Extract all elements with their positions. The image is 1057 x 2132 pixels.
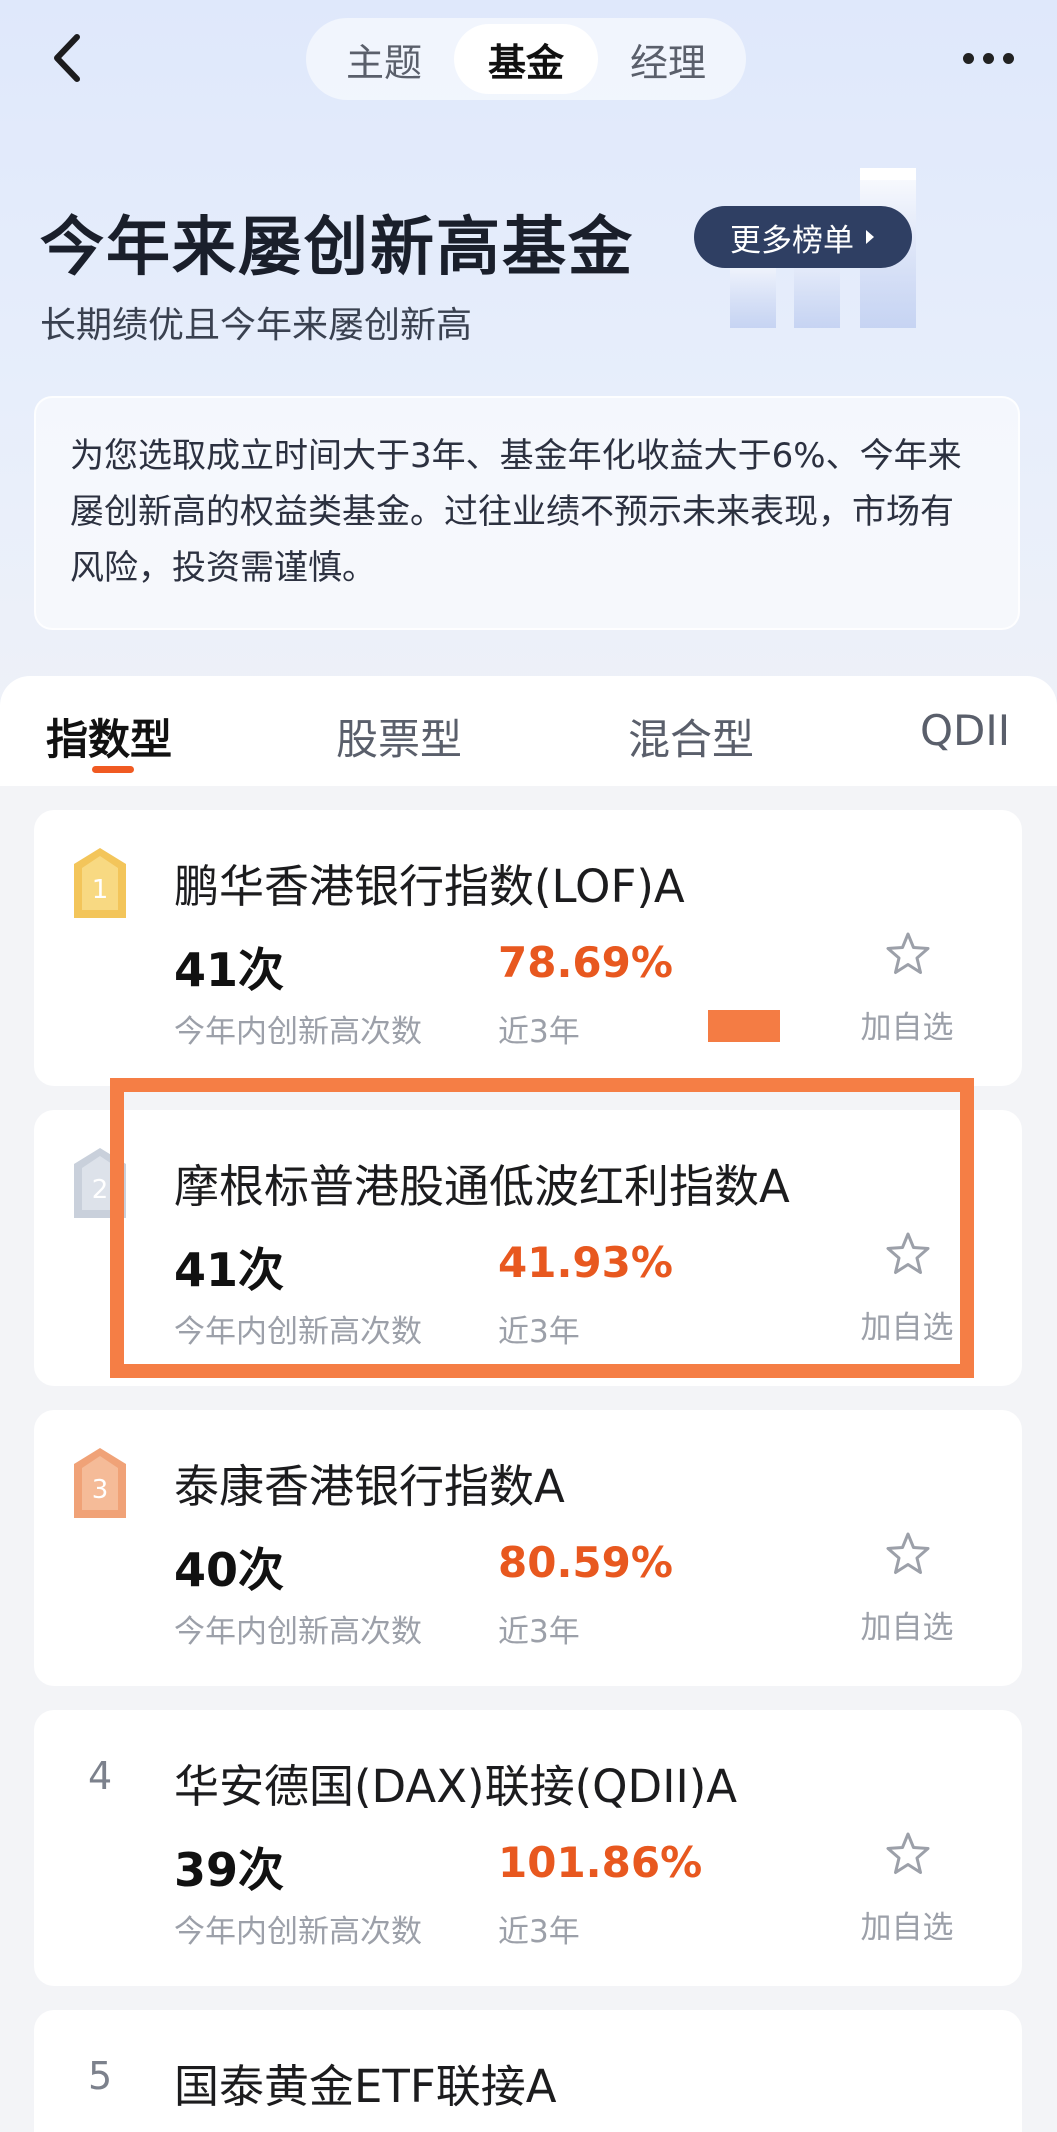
more-dots-icon — [982, 52, 994, 64]
three-year-return-label: 近3年 — [498, 1914, 580, 1950]
more-dots-icon — [962, 52, 974, 64]
star-outline-icon — [886, 1832, 930, 1874]
rank-number: 3 — [92, 1475, 109, 1505]
new-high-count-label: 今年内创新高次数 — [174, 1614, 422, 1650]
three-year-return: 101.86% — [498, 1838, 703, 1887]
chevron-left-icon — [54, 34, 80, 82]
description-box: 为您选取成立时间大于3年、基金年化收益大于6%、今年来屡创新高的权益类基金。过往… — [34, 396, 1020, 630]
page-subtitle: 长期绩优且今年来屡创新高 — [40, 305, 473, 346]
fund-card[interactable]: 4 华安德国(DAX)联接(QDII)A 39次 今年内创新高次数 101.86… — [34, 1710, 1022, 1986]
rank-number: 5 — [88, 2054, 113, 2098]
three-year-return: 80.59% — [498, 1538, 673, 1587]
description-text: 为您选取成立时间大于3年、基金年化收益大于6%、今年来屡创新高的权益类基金。过往… — [70, 436, 962, 588]
add-to-watchlist-label: 加自选 — [860, 1610, 954, 1646]
more-options-button[interactable] — [956, 36, 1020, 80]
fund-card[interactable]: 5 国泰黄金ETF联接A — [34, 2010, 1022, 2132]
fund-name: 鹏华香港银行指数(LOF)A — [174, 860, 685, 913]
star-outline-icon — [886, 932, 930, 974]
rank-number: 4 — [88, 1754, 113, 1798]
highlight-frame — [110, 1078, 974, 1378]
new-high-count-label: 今年内创新高次数 — [174, 1014, 422, 1050]
new-high-count: 40次 — [174, 1543, 285, 1597]
tab-qdii-fund[interactable]: QDII — [920, 706, 1010, 755]
three-year-return: 78.69% — [498, 938, 673, 987]
gold-rank-badge-icon: 1 — [74, 848, 126, 918]
star-outline-icon — [886, 1532, 930, 1574]
fund-card[interactable]: 1 鹏华香港银行指数(LOF)A 41次 今年内创新高次数 78.69% 近3年… — [34, 810, 1022, 1086]
top-segment-control: 主题 基金 经理 — [306, 18, 746, 100]
fund-name: 泰康香港银行指数A — [174, 1460, 565, 1513]
add-to-watchlist-button[interactable]: 加自选 — [852, 1530, 962, 1650]
new-high-count: 39次 — [174, 1843, 285, 1897]
add-to-watchlist-button[interactable]: 加自选 — [852, 1830, 962, 1950]
rank-number: 2 — [92, 1175, 109, 1205]
category-tabs: 指数型 股票型 混合型 QDII — [0, 676, 1057, 786]
back-button[interactable] — [44, 28, 88, 88]
add-to-watchlist-label: 加自选 — [860, 1910, 954, 1946]
new-high-count-label: 今年内创新高次数 — [174, 1914, 422, 1950]
three-year-return-label: 近3年 — [498, 1614, 580, 1650]
add-to-watchlist-button[interactable]: 加自选 — [852, 930, 962, 1050]
three-year-return-label: 近3年 — [498, 1014, 580, 1050]
bronze-rank-badge-icon: 3 — [74, 1448, 126, 1518]
page-title: 今年来屡创新高基金 — [40, 211, 634, 285]
fund-card[interactable]: 3 泰康香港银行指数A 40次 今年内创新高次数 80.59% 近3年 加自选 — [34, 1410, 1022, 1686]
active-tab-indicator — [92, 766, 134, 773]
tab-stock-fund[interactable]: 股票型 — [336, 706, 462, 767]
tab-manager[interactable]: 经理 — [596, 24, 740, 94]
more-dots-icon — [1002, 52, 1014, 64]
add-to-watchlist-label: 加自选 — [860, 1010, 954, 1046]
more-rankings-button[interactable]: 更多榜单 — [694, 206, 912, 268]
caret-right-icon — [866, 230, 874, 244]
tab-fund[interactable]: 基金 — [454, 24, 598, 94]
tab-mixed-fund[interactable]: 混合型 — [628, 706, 754, 767]
tab-index-fund[interactable]: 指数型 — [46, 706, 172, 767]
rank-number: 1 — [92, 875, 109, 905]
fund-name: 国泰黄金ETF联接A — [174, 2060, 557, 2113]
new-high-count: 41次 — [174, 943, 285, 997]
orange-marker — [708, 1010, 780, 1042]
fund-name: 华安德国(DAX)联接(QDII)A — [174, 1760, 738, 1813]
tab-theme[interactable]: 主题 — [312, 24, 456, 94]
more-rankings-label: 更多榜单 — [730, 222, 854, 259]
